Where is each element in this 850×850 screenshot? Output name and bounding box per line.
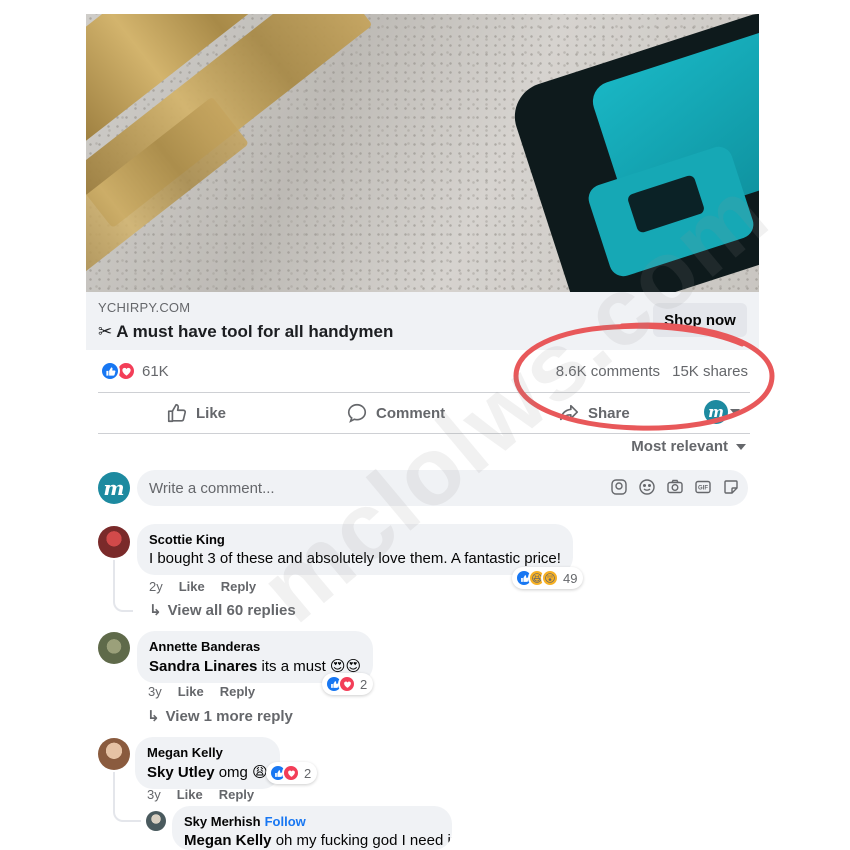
camera-icon[interactable] [666,478,684,496]
thumbs-up-icon [167,403,187,423]
reply-arrow-icon: ↳ [147,708,160,725]
avatar[interactable] [98,526,130,558]
link-domain: YCHIRPY.COM [98,300,191,315]
avatar[interactable] [146,811,166,831]
divider [98,433,750,434]
emoji-icon[interactable] [638,478,656,496]
reaction-icons[interactable] [100,361,140,383]
comment-button[interactable]: Comment [346,395,445,431]
like-reaction-icon [100,361,120,381]
comment-text: I bought 3 of these and absolutely love … [149,550,561,567]
avatar[interactable] [98,632,130,664]
mention-link[interactable]: Megan Kelly [184,832,272,849]
like-label: Like [196,404,227,422]
commenter-name[interactable]: Sky Merhish [184,814,261,829]
page-avatar: m [704,400,728,424]
thread-line [113,772,141,822]
shares-count[interactable]: 15K shares [672,363,748,380]
sort-label: Most relevant [631,438,728,455]
reaction-count: 2 [360,676,368,692]
post-media-image[interactable] [86,14,759,292]
comments-count[interactable]: 8.6K comments [556,363,660,380]
comment-label: Comment [376,404,446,422]
commenter-name[interactable]: Annette Banderas [149,639,361,654]
follow-link[interactable]: Follow [265,814,306,829]
comment-text: Sky Utley omg 😩 [147,763,268,781]
view-replies-label: View 1 more reply [165,707,293,725]
avatar-sticker-icon[interactable] [610,478,628,496]
comment-reactions[interactable]: 2 [266,762,318,784]
commenter-name[interactable]: Megan Kelly [147,745,268,760]
mention-link[interactable]: Sky Utley [147,764,215,781]
svg-text:GIF: GIF [698,486,708,492]
view-replies-link[interactable]: ↳ View 1 more reply [147,707,293,726]
comment-body: its a must [257,658,330,675]
mention-link[interactable]: Sandra Linares [149,658,257,675]
comment-bubble: Sky Merhish Follow Megan Kelly oh my fuck… [172,806,452,850]
love-reaction-icon [338,675,356,693]
comment-reply-link[interactable]: Reply [221,579,256,594]
chevron-down-icon [736,443,746,450]
like-button[interactable]: Like [166,395,226,431]
comment-meta: 2y Like Reply [149,579,256,594]
profile-switcher[interactable]: m [704,400,740,424]
shop-now-button[interactable]: Shop now [653,303,747,337]
comment-bubble: Megan Kelly Sky Utley omg 😩 [135,737,280,789]
comment-bubble-icon [347,403,367,423]
comment-bubble: Scottie King I bought 3 of these and abs… [137,524,573,575]
comment-sort-dropdown[interactable]: Most relevant [631,438,746,455]
reply-arrow-icon: ↳ [149,602,162,619]
chevron-down-icon [730,409,740,415]
reaction-count: 49 [563,570,578,586]
share-button[interactable]: Share [558,395,630,431]
post-summary-row: 61K 8.6K comments 15K shares [98,358,750,386]
sticker-icon[interactable] [722,478,740,496]
view-replies-label: View all 60 replies [167,601,296,619]
comment-reactions[interactable]: 2 [322,673,374,695]
link-title-text: A must have tool for all handymen [116,322,394,341]
wow-reaction-icon: 😲 [541,569,559,587]
comment-body: omg [214,764,253,781]
comment-reply-link[interactable]: Reply [219,787,254,802]
divider [98,392,750,393]
love-reaction-icon [282,764,300,782]
comment-input[interactable] [149,470,589,506]
comment-like-link[interactable]: Like [179,579,205,594]
comment-text: Megan Kelly oh my fucking god I need it [184,832,452,849]
comment-reactions[interactable]: 😆 😲 49 [512,567,584,589]
comment-age[interactable]: 3y [147,787,161,802]
comment-age[interactable]: 2y [149,579,163,594]
comment-meta: 3y Like Reply [148,684,255,699]
comment-like-link[interactable]: Like [178,684,204,699]
link-title[interactable]: ✂ A must have tool for all handymen [98,322,393,342]
scissors-icon: ✂ [98,322,113,341]
comment-like-link[interactable]: Like [177,787,203,802]
share-arrow-icon [559,404,579,421]
composer-tools: GIF [610,478,740,496]
comment-body: oh my fucking god I need it [271,832,452,849]
reaction-count: 2 [304,765,312,781]
reaction-count[interactable]: 61K [142,363,169,380]
commenter-name[interactable]: Scottie King [149,532,561,547]
link-preview[interactable]: YCHIRPY.COM ✂ A must have tool for all ha… [86,292,759,350]
share-label: Share [588,404,630,422]
thread-line [113,560,133,612]
commenter-name-row: Sky Merhish Follow [184,814,440,829]
avatar[interactable] [98,738,130,770]
comment-age[interactable]: 3y [148,684,162,699]
composer-avatar[interactable]: m [98,472,130,504]
comment-meta: 3y Like Reply [147,787,254,802]
gif-icon[interactable]: GIF [694,478,712,496]
comment-composer: GIF [137,470,748,506]
post-actions: Like Comment Share m [98,395,750,431]
view-replies-link[interactable]: ↳ View all 60 replies [149,601,296,620]
comment-reply-link[interactable]: Reply [220,684,255,699]
comment-text: Sandra Linares its a must 😍😍 [149,657,361,675]
